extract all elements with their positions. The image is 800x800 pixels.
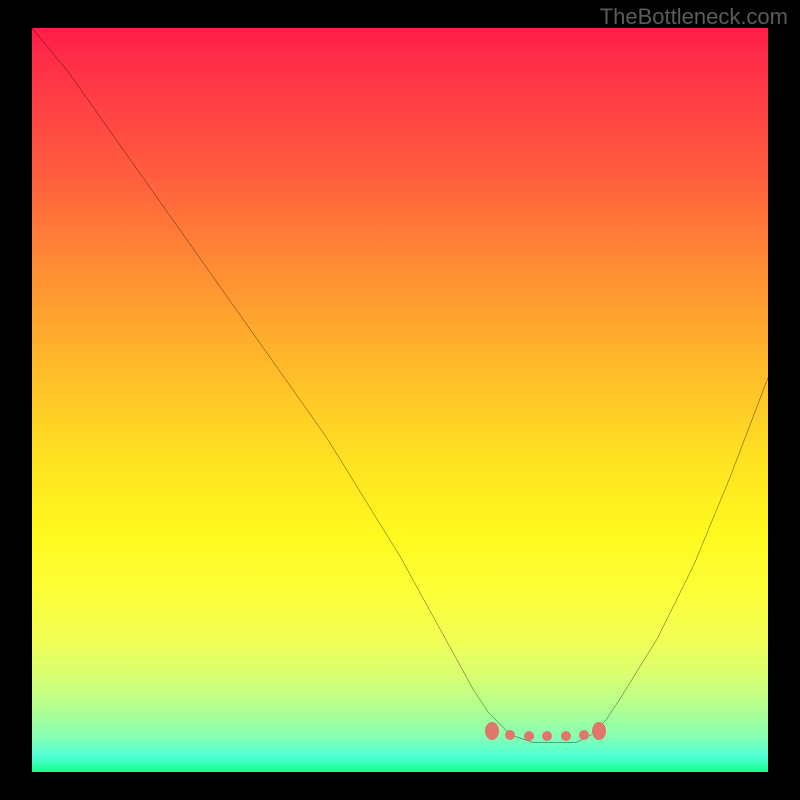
watermark-text: TheBottleneck.com [600, 4, 788, 30]
range-dot-marker [561, 731, 571, 741]
range-endpoint-marker [592, 722, 606, 740]
range-dot-marker [524, 731, 534, 741]
chart-plot-area [32, 28, 768, 772]
range-dot-marker [542, 731, 552, 741]
range-dot-marker [505, 730, 515, 740]
range-endpoint-marker [485, 722, 499, 740]
optimal-range-markers [32, 28, 768, 772]
range-dot-marker [579, 730, 589, 740]
